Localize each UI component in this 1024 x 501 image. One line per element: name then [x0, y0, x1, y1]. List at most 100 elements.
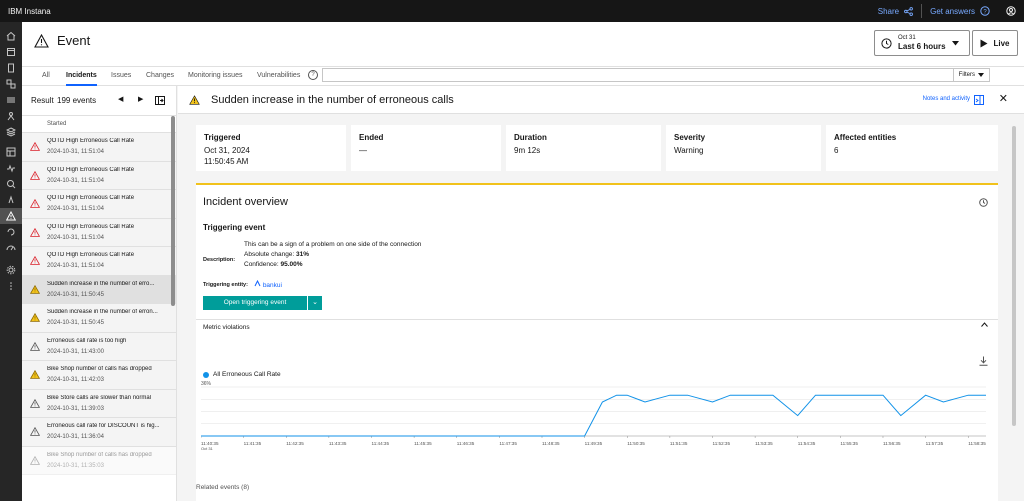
list-scrollbar[interactable] [171, 116, 175, 501]
help-icon[interactable]: ? [308, 70, 318, 80]
nav-mobile-icon[interactable] [0, 60, 22, 76]
time-range-picker[interactable]: Oct 31 Last 6 hours [874, 30, 970, 56]
warning-icon [30, 398, 40, 408]
notes-icon[interactable] [974, 95, 984, 105]
summary-card-duration: Duration 9m 12s [506, 125, 661, 171]
list-item[interactable]: Bike Shop number of calls has dropped 202… [22, 361, 176, 390]
open-triggering-event-button[interactable]: Open triggering event [203, 296, 307, 310]
description-line: This can be a sign of a problem on one s… [244, 241, 422, 248]
nav-home-icon[interactable] [0, 28, 22, 44]
page-title: Event [34, 33, 90, 48]
card-label: Severity [674, 133, 706, 142]
list-item[interactable]: Erroneous call rate is too high 2024-10-3… [22, 332, 176, 361]
nav-services-icon[interactable] [0, 92, 22, 108]
list-item-time: 2024-10-31, 11:50:45 [47, 291, 104, 298]
x-tick-label: 11:53:35 [755, 441, 773, 446]
chevron-up-icon[interactable] [981, 322, 988, 327]
user-profile-button[interactable] [998, 6, 1024, 16]
list-item[interactable]: QOTD High Erroneous Call Rate 2024-10-31,… [22, 218, 176, 247]
card-value-time: 11:50:45 AM [204, 157, 249, 166]
nav-events-icon[interactable] [0, 208, 22, 224]
play-icon [980, 39, 988, 47]
y-tick-label: 36% [201, 381, 212, 387]
list-item[interactable]: QOTD High Erroneous Call Rate 2024-10-31,… [22, 190, 176, 219]
previous-page-icon[interactable]: ◀ [118, 95, 123, 103]
list-header: Result 199 events ◀ ▶ [22, 86, 176, 116]
triggering-entity-link[interactable]: bankui [254, 279, 282, 289]
share-button[interactable]: Share [870, 7, 921, 16]
triggering-entity-label: Triggering entity: [203, 282, 248, 288]
list-column-header[interactable]: Started [22, 116, 176, 133]
list-item-name: Sudden increase in the number of erro... [47, 280, 155, 287]
list-item[interactable]: Erroneous call rate for DISCOUNT is hig.… [22, 418, 176, 447]
list-item[interactable]: QOTD High Erroneous Call Rate 2024-10-31,… [22, 247, 176, 276]
next-page-icon[interactable]: ▶ [138, 95, 143, 103]
list-item-time: 2024-10-31, 11:50:45 [47, 320, 104, 326]
card-value: Oct 31, 2024 11:50:45 AM [204, 145, 250, 167]
brand-logo[interactable]: IBM Instana [0, 7, 51, 16]
get-answers-button[interactable]: Get answers ? [922, 6, 998, 16]
detail-scrollbar[interactable] [1012, 126, 1016, 501]
chevron-down-icon[interactable]: ⌄ [308, 296, 322, 310]
tab-all[interactable]: All [42, 67, 50, 86]
legend-swatch [203, 371, 209, 378]
nav-infrastructure-icon[interactable] [0, 124, 22, 140]
tab-issues[interactable]: Issues [111, 67, 131, 86]
list-item[interactable]: QOTD High Erroneous Call Rate 2024-10-31,… [22, 133, 176, 162]
download-icon[interactable] [979, 356, 988, 366]
card-label: Duration [514, 133, 547, 142]
nav-synthetic-icon[interactable] [0, 160, 22, 176]
list-item[interactable]: Bike Shop number of calls has dropped 202… [22, 446, 176, 475]
tab-incidents[interactable]: Incidents [66, 67, 97, 86]
nav-automation-icon[interactable] [0, 224, 22, 240]
detail-title: Sudden increase in the number of erroneo… [211, 94, 454, 106]
tab-vulnerabilities[interactable]: Vulnerabilities [257, 67, 300, 86]
list-item-time: 2024-10-31, 11:43:00 [47, 348, 104, 355]
nav-settings-icon[interactable] [0, 262, 22, 278]
x-tick-label: 11:52:35 [712, 441, 730, 446]
live-button[interactable]: Live [972, 30, 1018, 56]
search-input[interactable] [322, 68, 970, 82]
summary-card-severity: Severity Warning [666, 125, 821, 171]
list-item[interactable]: Bike Store calls are slower than normal 2… [22, 389, 176, 418]
metric-violations-heading[interactable]: Metric violations [203, 324, 250, 331]
nav-dashboards-icon[interactable] [0, 144, 22, 160]
x-tick-label: 11:49:35 [585, 441, 603, 446]
list-item[interactable]: Sudden increase in the number of erro...… [22, 275, 176, 304]
warning-icon [30, 284, 40, 294]
nav-more-icon[interactable] [0, 278, 22, 294]
nav-slo-icon[interactable] [0, 240, 22, 256]
nav-smart-alerts-icon[interactable] [0, 192, 22, 208]
warning-icon [30, 227, 40, 237]
list-item-name: Erroneous call rate for DISCOUNT is hig.… [47, 423, 160, 429]
top-bar-actions: Share Get answers ? [870, 0, 1024, 22]
list-item-time: 2024-10-31, 11:36:04 [47, 434, 104, 440]
absolute-change-value: 31% [296, 251, 310, 258]
tab-monitoring-issues[interactable]: Monitoring issues [188, 67, 242, 86]
list-item[interactable]: QOTD High Erroneous Call Rate 2024-10-31,… [22, 161, 176, 190]
x-tick-label: 11:54:35 [798, 441, 816, 446]
list-item-time: 2024-10-31, 11:51:04 [47, 263, 104, 269]
list-item[interactable]: Sudden increase in the number of erron..… [22, 304, 176, 333]
x-tick-label: 11:41:35 [244, 441, 262, 446]
nav-applications-icon[interactable] [0, 76, 22, 92]
list-item-name: Bike Shop number of calls has dropped [47, 366, 152, 372]
history-icon[interactable] [979, 198, 988, 207]
nav-platforms-icon[interactable] [0, 108, 22, 124]
share-label: Share [877, 6, 900, 16]
warning-icon [30, 142, 40, 151]
nav-analytics-icon[interactable] [0, 176, 22, 192]
related-events-heading[interactable]: Related events (8) [196, 484, 249, 491]
layout-toggle-icon[interactable] [155, 96, 165, 105]
nav-websites-icon[interactable] [0, 44, 22, 60]
absolute-change: Absolute change: 31% [244, 250, 421, 260]
summary-card-affected-entities: Affected entities 6 [826, 125, 998, 171]
x-tick-label: 11:58:35 [968, 441, 986, 446]
list-item-name: QOTD High Erroneous Call Rate [47, 195, 135, 201]
close-icon[interactable]: ✕ [999, 92, 1008, 105]
list-item-name: Bike Store calls are slower than normal [47, 394, 152, 401]
tab-changes[interactable]: Changes [146, 67, 174, 86]
filters-dropdown[interactable]: Filters [952, 68, 990, 82]
x-tick-label: 11:47:35 [499, 441, 517, 446]
notes-and-activity-link[interactable]: Notes and activity [923, 96, 970, 102]
